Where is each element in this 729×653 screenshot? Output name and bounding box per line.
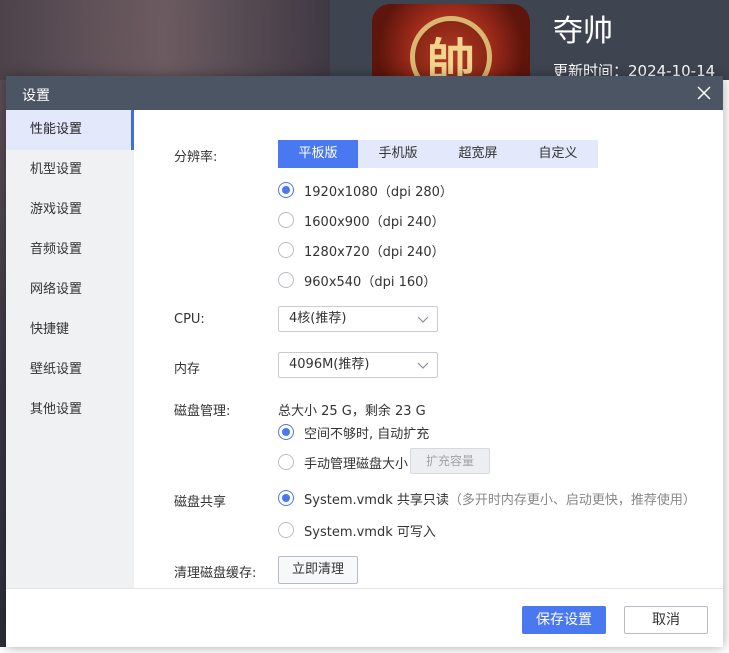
cancel-button[interactable]: 取消 xyxy=(624,606,708,634)
radio-icon[interactable] xyxy=(278,212,294,228)
disk-option-manual[interactable]: 手动管理磁盘大小 xyxy=(278,451,408,473)
cpu-value: 4核(推荐) xyxy=(289,311,347,326)
game-title: 夺帅 xyxy=(553,14,613,49)
cpu-select[interactable]: 4核(推荐) xyxy=(278,306,438,332)
disk-share-hint: （多开时内存更小、启动更快，推荐使用） xyxy=(448,492,696,508)
memory-select[interactable]: 4096M(推荐) xyxy=(278,352,438,378)
tab-phone[interactable]: 手机版 xyxy=(358,140,438,168)
radio-icon[interactable] xyxy=(278,522,294,538)
resolution-option-1920[interactable]: 1920x1080（dpi 280） xyxy=(278,179,453,201)
radio-selected-icon[interactable] xyxy=(278,424,294,440)
cpu-label: CPU: xyxy=(174,312,205,327)
background-edge xyxy=(723,80,729,653)
resolution-tabs: 平板版 手机版 超宽屏 自定义 xyxy=(278,140,598,168)
sidebar-item-wallpaper[interactable]: 壁纸设置 xyxy=(6,350,134,390)
sidebar-item-device-model[interactable]: 机型设置 xyxy=(6,150,134,190)
tab-ultrawide[interactable]: 超宽屏 xyxy=(438,140,518,168)
tab-custom[interactable]: 自定义 xyxy=(518,140,598,168)
disk-share-option-label: System.vmdk 可写入 xyxy=(304,524,436,540)
clear-cache-label: 清理磁盘缓存: xyxy=(174,566,257,581)
background-banner xyxy=(0,0,330,80)
settings-sidebar: 性能设置 机型设置 游戏设置 音频设置 网络设置 快捷键 壁纸设置 其他设置 xyxy=(6,110,134,588)
sidebar-item-performance[interactable]: 性能设置 xyxy=(6,110,134,150)
dialog-title: 设置 xyxy=(22,88,50,104)
resolution-label: 分辨率: xyxy=(174,150,218,165)
radio-selected-icon[interactable] xyxy=(278,490,294,506)
disk-option-auto[interactable]: 空间不够时, 自动扩充 xyxy=(278,421,429,443)
close-icon[interactable] xyxy=(693,82,715,104)
sidebar-item-shortcuts[interactable]: 快捷键 xyxy=(6,310,134,350)
expand-capacity-button[interactable]: 扩充容量 xyxy=(410,448,490,474)
disk-label: 磁盘管理: xyxy=(174,404,231,419)
sidebar-item-audio[interactable]: 音频设置 xyxy=(6,230,134,270)
disk-option-label: 空间不够时, 自动扩充 xyxy=(304,426,430,442)
disk-summary: 总大小 25 G，剩余 23 G xyxy=(278,404,426,419)
resolution-option-1600[interactable]: 1600x900（dpi 240） xyxy=(278,209,445,231)
disk-option-label: 手动管理磁盘大小 xyxy=(304,456,409,472)
clear-now-button[interactable]: 立即清理 xyxy=(278,556,358,584)
radio-icon[interactable] xyxy=(278,242,294,258)
memory-label: 内存 xyxy=(174,362,201,377)
radio-icon[interactable] xyxy=(278,272,294,288)
sidebar-item-network[interactable]: 网络设置 xyxy=(6,270,134,310)
resolution-option-label: 1280x720（dpi 240） xyxy=(304,244,445,260)
tab-tablet[interactable]: 平板版 xyxy=(278,140,358,168)
chevron-down-icon xyxy=(417,316,429,323)
disk-share-option-label: System.vmdk 共享只读 xyxy=(304,492,449,508)
disk-share-option-writable[interactable]: System.vmdk 可写入 xyxy=(278,519,436,541)
resolution-option-label: 1600x900（dpi 240） xyxy=(304,214,445,230)
sidebar-item-other[interactable]: 其他设置 xyxy=(6,390,134,430)
settings-dialog: 设置 性能设置 机型设置 游戏设置 音频设置 网络设置 快捷键 壁纸设置 其他设… xyxy=(6,76,723,647)
resolution-option-label: 960x540（dpi 160） xyxy=(304,274,437,290)
resolution-option-960[interactable]: 960x540（dpi 160） xyxy=(278,269,436,291)
dialog-footer: 保存设置 取消 xyxy=(6,588,723,647)
radio-icon[interactable] xyxy=(278,454,294,470)
save-button[interactable]: 保存设置 xyxy=(522,606,606,634)
sidebar-item-game[interactable]: 游戏设置 xyxy=(6,190,134,230)
chevron-down-icon xyxy=(417,362,429,369)
background-edge-bottom xyxy=(0,647,729,653)
dialog-titlebar: 设置 xyxy=(6,76,723,110)
memory-value: 4096M(推荐) xyxy=(289,357,370,372)
disk-share-label: 磁盘共享 xyxy=(174,495,227,510)
disk-share-option-readonly[interactable]: System.vmdk 共享只读 （多开时内存更小、启动更快，推荐使用） xyxy=(278,487,696,509)
game-icon: 帥 xyxy=(372,4,530,98)
settings-content: 分辨率: 平板版 手机版 超宽屏 自定义 1920x1080（dpi 280） … xyxy=(134,110,723,588)
resolution-option-label: 1920x1080（dpi 280） xyxy=(304,184,453,200)
resolution-option-1280[interactable]: 1280x720（dpi 240） xyxy=(278,239,445,261)
radio-selected-icon[interactable] xyxy=(278,182,294,198)
